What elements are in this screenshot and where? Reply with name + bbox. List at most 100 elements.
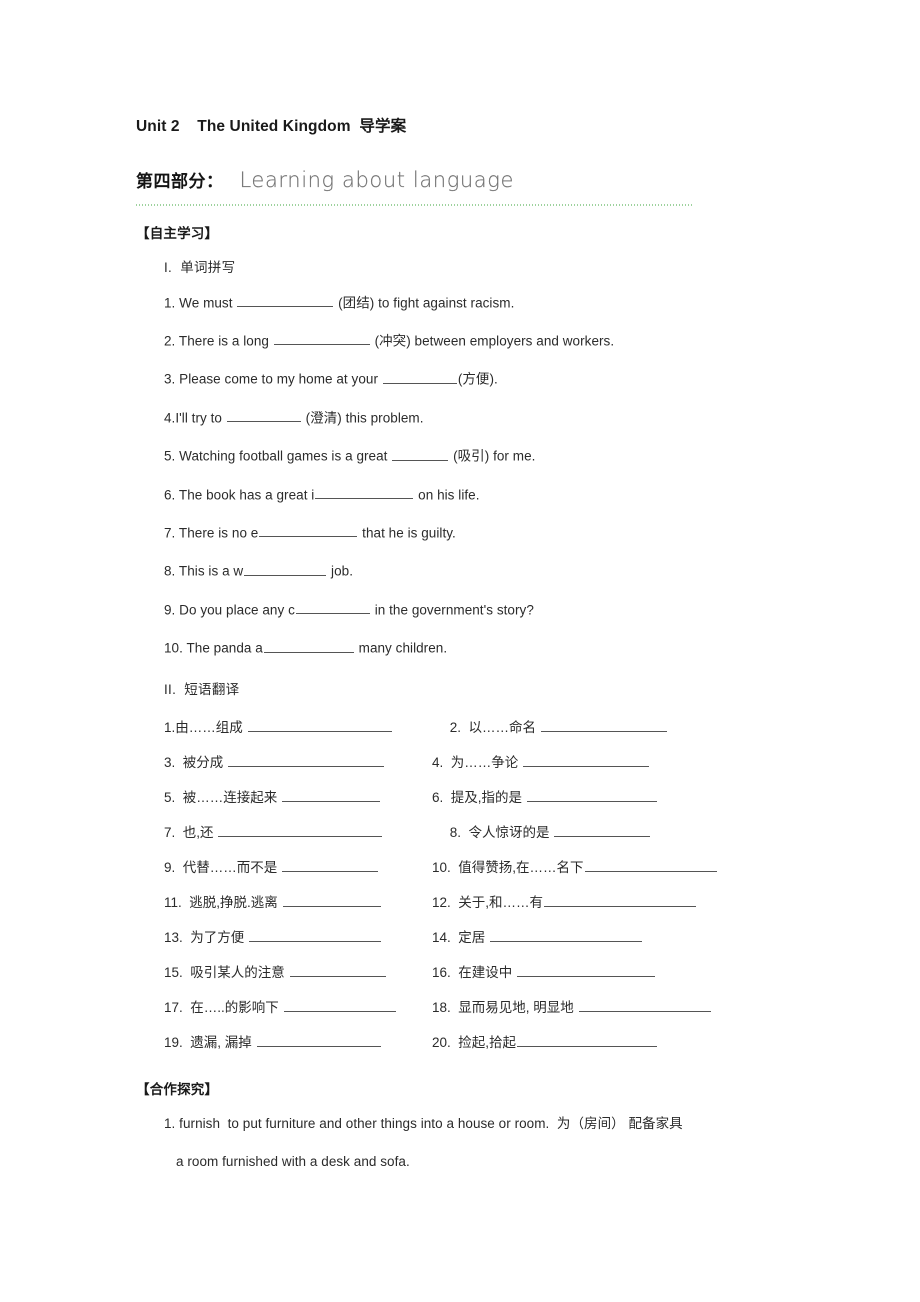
document-title: Unit 2 The United Kingdom 导学案 xyxy=(136,118,407,135)
question-suffix: (团结) to fight against racism. xyxy=(334,295,515,310)
answer-blank[interactable] xyxy=(237,294,334,307)
answer-blank[interactable] xyxy=(523,753,650,767)
answer-blank[interactable] xyxy=(256,1033,381,1047)
spelling-block: I. 单词拼写 1. We must (团结) to fight against… xyxy=(136,256,836,656)
answer-blank[interactable] xyxy=(295,601,370,615)
question-prompt: 5. Watching football games is a great xyxy=(164,448,392,464)
question-suffix: job. xyxy=(327,563,354,579)
spelling-item-list: 1. We must (团结) to fight against racism.… xyxy=(164,294,836,656)
question-prompt: 1. We must xyxy=(164,295,237,310)
answer-blank[interactable] xyxy=(517,963,656,977)
phrase-row: 9. 代替……而不是 10. 值得赞扬,在……名下 xyxy=(164,856,836,891)
phrase-label: 12. 关于,和……有 xyxy=(432,894,544,910)
part-label: 第四部分： xyxy=(136,171,224,191)
phrase-label: 13. 为了方便 xyxy=(164,929,249,945)
answer-blank[interactable] xyxy=(259,524,358,538)
answer-blank[interactable] xyxy=(226,409,301,423)
answer-blank[interactable] xyxy=(244,562,327,576)
spelling-item: 7. There is no e that he is guilty. xyxy=(164,524,836,540)
question-prompt: 8. This is a w xyxy=(164,563,244,579)
phrase-cell-right: 4. 为……争论 xyxy=(432,751,650,771)
self-study-heading: 【自主学习】 xyxy=(136,225,219,241)
question-suffix: (冲突) between employers and workers. xyxy=(370,333,615,349)
phrase-label: 1.由……组成 xyxy=(164,719,247,735)
phrase-label: 10. 值得赞扬,在……名下 xyxy=(432,859,584,875)
question-prompt: 7. There is no e xyxy=(164,525,259,541)
answer-blank[interactable] xyxy=(584,858,717,872)
phrase-cell-left: 1.由……组成 xyxy=(164,716,393,736)
phrase-cell-right: 16. 在建设中 xyxy=(432,961,656,981)
phrase-label: 6. 提及,指的是 xyxy=(432,789,526,805)
answer-blank[interactable] xyxy=(228,753,385,767)
answer-blank[interactable] xyxy=(263,639,354,653)
phrase-label: 19. 遗漏, 漏掉 xyxy=(164,1034,256,1050)
answer-blank[interactable] xyxy=(247,718,392,732)
phrase-row-list: 1.由……组成 2. 以……命名 3. 被分成 4. 为……争论 5. 被……连… xyxy=(136,716,836,1066)
phrase-cell-right: 18. 显而易见地, 明显地 xyxy=(432,996,712,1016)
answer-blank[interactable] xyxy=(540,718,667,732)
answer-blank[interactable] xyxy=(517,1033,658,1047)
phrase-cell-left: 9. 代替……而不是 xyxy=(164,856,379,876)
answer-blank[interactable] xyxy=(382,370,457,384)
section-divider xyxy=(136,203,692,206)
answer-blank[interactable] xyxy=(273,332,370,346)
answer-blank[interactable] xyxy=(578,998,711,1012)
answer-blank[interactable] xyxy=(218,823,383,837)
phrase-row: 19. 遗漏, 漏掉 20. 捡起,拾起 xyxy=(164,1031,836,1066)
phrase-cell-left: 15. 吸引某人的注意 xyxy=(164,961,387,981)
phrase-label: 20. 捡起,拾起 xyxy=(432,1034,517,1050)
phrase-cell-left: 5. 被……连接起来 xyxy=(164,786,381,806)
phrase-label: 5. 被……连接起来 xyxy=(164,789,282,805)
phrase-label: 17. 在…..的影响下 xyxy=(164,999,283,1015)
phrase-row: 3. 被分成 4. 为……争论 xyxy=(164,751,836,786)
phrase-row: 11. 逃脱,挣脱.逃离 12. 关于,和……有 xyxy=(164,891,836,926)
phrase-row: 17. 在…..的影响下 18. 显而易见地, 明显地 xyxy=(164,996,836,1031)
phrase-cell-right: 6. 提及,指的是 xyxy=(432,786,658,806)
answer-blank[interactable] xyxy=(283,998,396,1012)
phrase-cell-right: 12. 关于,和……有 xyxy=(432,891,697,911)
cooperative-inquiry-line: 1. furnish to put furniture and other th… xyxy=(164,1115,683,1131)
answer-blank[interactable] xyxy=(289,963,386,977)
answer-blank[interactable] xyxy=(544,893,697,907)
phrase-cell-right: 20. 捡起,拾起 xyxy=(432,1031,658,1051)
spelling-item: 5. Watching football games is a great (吸… xyxy=(164,447,836,463)
phrases-heading: II. 短语翻译 xyxy=(164,681,240,697)
phrase-label: 16. 在建设中 xyxy=(432,964,517,980)
question-suffix: on his life. xyxy=(414,487,480,503)
answer-blank[interactable] xyxy=(282,893,381,907)
spelling-item: 3. Please come to my home at your (方便). xyxy=(164,370,836,387)
question-prompt: 4.I'll try to xyxy=(164,410,226,426)
spelling-item: 8. This is a w job. xyxy=(164,562,836,579)
phrase-row: 5. 被……连接起来 6. 提及,指的是 xyxy=(164,786,836,821)
phrase-cell-left: 17. 在…..的影响下 xyxy=(164,996,397,1016)
phrases-block: II. 短语翻译 xyxy=(136,678,836,698)
answer-blank[interactable] xyxy=(282,788,381,802)
answer-blank[interactable] xyxy=(392,447,449,461)
phrase-row: 15. 吸引某人的注意 16. 在建设中 xyxy=(164,961,836,996)
question-prompt: 3. Please come to my home at your xyxy=(164,371,382,387)
answer-blank[interactable] xyxy=(554,823,651,837)
question-suffix: (澄清) this problem. xyxy=(301,410,424,426)
spelling-item: 4.I'll try to (澄清) this problem. xyxy=(164,409,836,425)
phrase-label: 8. 令人惊讶的是 xyxy=(446,824,554,840)
phrase-cell-right: 2. 以……命名 xyxy=(446,716,668,736)
phrase-label: 14. 定居 xyxy=(432,929,490,945)
phrase-label: 18. 显而易见地, 明显地 xyxy=(432,999,578,1015)
phrase-cell-right: 10. 值得赞扬,在……名下 xyxy=(432,856,718,876)
question-suffix: (吸引) for me. xyxy=(449,448,536,464)
answer-blank[interactable] xyxy=(282,858,379,872)
question-prompt: 9. Do you place any c xyxy=(164,602,295,618)
cooperative-inquiry-lines: 1. furnish to put furniture and other th… xyxy=(136,1112,836,1169)
answer-blank[interactable] xyxy=(249,928,382,942)
phrase-cell-left: 11. 逃脱,挣脱.逃离 xyxy=(164,891,382,911)
answer-blank[interactable] xyxy=(526,788,657,802)
part-heading: 第四部分： Learning about language xyxy=(136,167,836,191)
spelling-item: 10. The panda a many children. xyxy=(164,639,836,655)
phrase-cell-right: 14. 定居 xyxy=(432,926,643,946)
answer-blank[interactable] xyxy=(490,928,643,942)
phrase-cell-left: 3. 被分成 xyxy=(164,751,385,771)
document-content: Unit 2 The United Kingdom 导学案 第四部分： Lear… xyxy=(136,118,836,1191)
question-prompt: 6. The book has a great i xyxy=(164,487,315,503)
phrase-label: 15. 吸引某人的注意 xyxy=(164,964,289,980)
answer-blank[interactable] xyxy=(315,486,414,500)
